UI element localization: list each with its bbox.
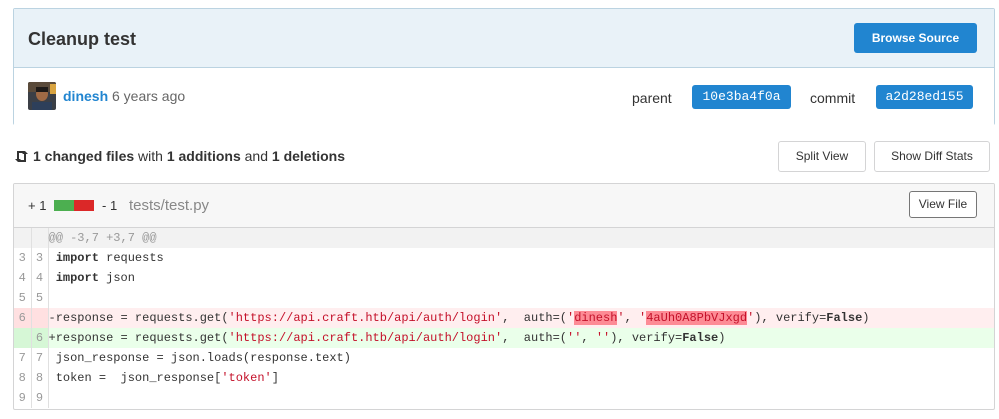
new-line-number[interactable]: 6 [31, 328, 49, 348]
diff-line: 33 import requests [14, 248, 994, 268]
diff-line: 88 token = json_response['token'] [14, 368, 994, 388]
old-line-number[interactable]: 9 [14, 388, 32, 408]
show-diff-stats-button[interactable]: Show Diff Stats [874, 141, 990, 172]
diff-stats-summary: 1 changed files with 1 additions and 1 d… [14, 148, 345, 166]
author-link[interactable]: dinesh [63, 88, 108, 104]
additions-count: 1 additions [166, 148, 241, 164]
browse-source-button[interactable]: Browse Source [854, 23, 977, 53]
commit-title-bar: Cleanup test Browse Source [14, 9, 994, 68]
file-header: + 1 - 1 tests/test.py View File [14, 184, 994, 228]
stats-with: with [138, 148, 163, 164]
deletions-count: 1 deletions [271, 148, 346, 164]
diff-line-code: import requests [55, 251, 164, 265]
old-line-number[interactable]: 4 [14, 268, 32, 288]
new-line-number[interactable]: 4 [31, 268, 49, 288]
diff-stats-row: 1 changed files with 1 additions and 1 d… [14, 141, 994, 173]
hunk-text: @@ -3,7 +3,7 @@ [48, 228, 994, 248]
commit-header-box: Cleanup test Browse Source dinesh 6 year… [13, 8, 995, 125]
changed-files-count: 1 changed files [33, 148, 135, 164]
commit-title: Cleanup test [28, 29, 137, 49]
diff-line-code [48, 388, 994, 408]
new-line-number[interactable] [31, 308, 49, 328]
old-line-number[interactable] [14, 328, 32, 348]
diff-line: 99 [14, 388, 994, 408]
diff-line: 6 +response = requests.get('https://api.c… [14, 328, 994, 348]
new-line-number[interactable]: 8 [31, 368, 49, 388]
file-deletions: - 1 [102, 198, 118, 213]
diff-line-code: json_response = json.loads(response.text… [48, 351, 351, 365]
old-line-number[interactable]: 8 [14, 368, 32, 388]
parent-sha-button[interactable]: 10e3ba4f0a [692, 85, 791, 109]
old-line-number[interactable]: 3 [14, 248, 32, 268]
diff-line: 77 json_response = json.loads(response.t… [14, 348, 994, 368]
diff-line: 55 [14, 288, 994, 308]
commit-sha-button[interactable]: a2d28ed155 [876, 85, 973, 109]
new-line-number[interactable]: 5 [31, 288, 49, 308]
file-additions: + 1 [28, 198, 47, 213]
hunk-header: @@ -3,7 +3,7 @@ [14, 228, 994, 248]
diff-line-code: import json [55, 271, 135, 285]
retweet-icon [14, 150, 29, 166]
old-line-number[interactable]: 5 [14, 288, 32, 308]
parent-label: parent [632, 90, 672, 106]
diff-line-code: +response = requests.get('https://api.cr… [48, 328, 994, 348]
additions-bar [54, 200, 74, 211]
avatar[interactable] [28, 82, 56, 110]
commit-time: 6 years ago [112, 88, 186, 104]
diff-line: 6 -response = requests.get('https://api.c… [14, 308, 994, 328]
commit-meta: dinesh 6 years ago parent 10e3ba4f0a com… [14, 68, 994, 125]
diff-line: 44 import json [14, 268, 994, 288]
deletions-bar [74, 200, 94, 211]
split-view-button[interactable]: Split View [778, 141, 866, 172]
view-file-button[interactable]: View File [909, 191, 977, 218]
file-diff: + 1 - 1 tests/test.py View File @@ -3,7 … [13, 183, 995, 410]
new-line-number[interactable]: 3 [31, 248, 49, 268]
diff-line-code [48, 288, 994, 308]
commit-label: commit [810, 90, 856, 106]
new-line-number[interactable]: 7 [31, 348, 49, 368]
stats-and: and [244, 148, 268, 164]
diff-line-code: -response = requests.get('https://api.cr… [48, 308, 994, 328]
file-name: tests/test.py [129, 197, 210, 214]
old-line-number[interactable]: 7 [14, 348, 32, 368]
diff-line-code: token = json_response['token'] [48, 371, 279, 385]
diff-table: @@ -3,7 +3,7 @@ 33 import requests 4 4 imp… [14, 228, 994, 408]
new-line-number[interactable]: 9 [31, 388, 49, 408]
old-line-number[interactable]: 6 [14, 308, 32, 328]
